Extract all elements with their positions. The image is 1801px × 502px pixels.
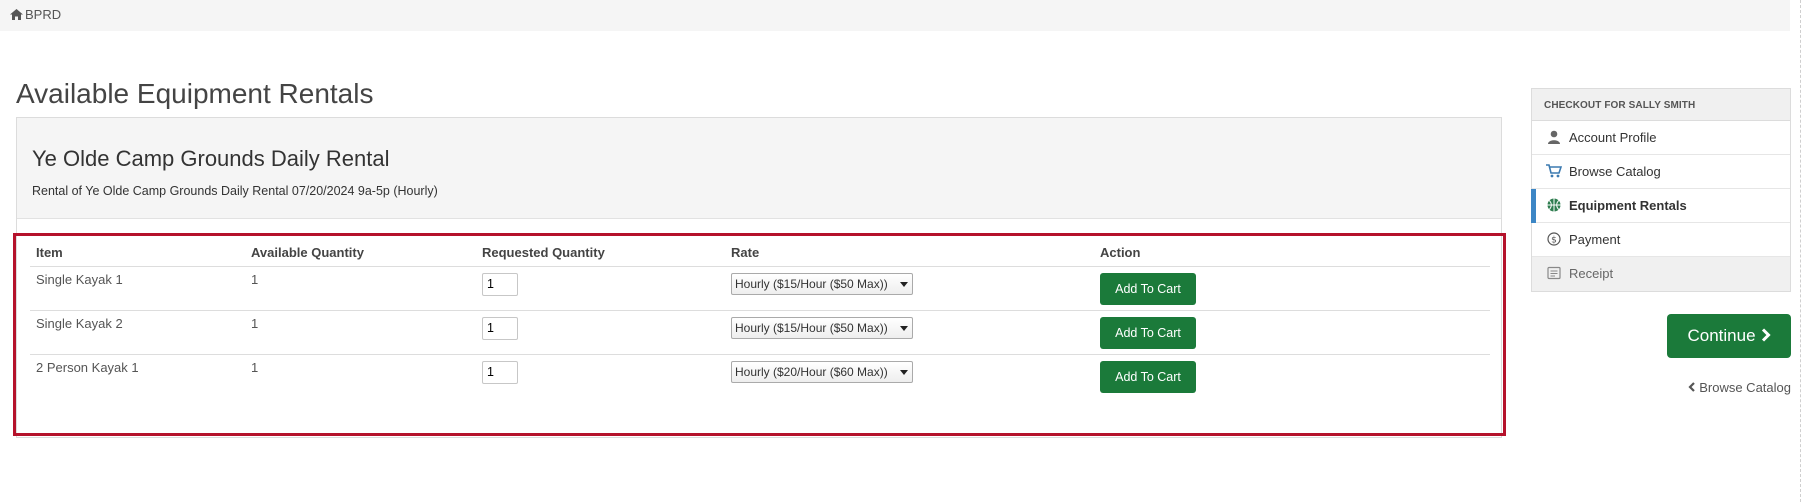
item-name: Single Kayak 1 [30,266,245,311]
requested-quantity-input[interactable] [482,360,518,384]
sidebar-item-label: Receipt [1569,266,1614,281]
chevron-left-icon [1688,382,1695,392]
table-row: Single Kayak 1 1 Hourly ($15/Hour ($50 M… [30,266,1490,311]
requested-quantity-input[interactable] [482,316,518,340]
chevron-down-icon [900,281,908,287]
basketball-icon [1547,198,1561,212]
add-to-cart-button[interactable]: Add To Cart [1100,316,1196,349]
rate-select[interactable]: Hourly ($15/Hour ($50 Max)) [731,272,913,295]
sidebar-item-payment[interactable]: $ Payment [1532,223,1790,257]
user-icon [1548,130,1560,144]
requested-quantity-cell [476,266,725,311]
rental-description: Rental of Ye Olde Camp Grounds Daily Ren… [32,184,438,198]
rate-cell: Hourly ($15/Hour ($50 Max)) [725,310,1094,355]
top-bar: BPRD [0,0,1790,31]
item-name: 2 Person Kayak 1 [36,359,139,375]
page-title: Available Equipment Rentals [16,78,374,109]
sidebar-item-label: Account Profile [1569,130,1657,145]
table-row: Single Kayak 2 1 Hourly ($15/Hour ($50 M… [30,310,1490,355]
available-quantity: 1 [245,266,476,311]
sidebar-item-equipment-rentals[interactable]: Equipment Rentals [1531,189,1790,223]
equipment-table: Item Available Quantity Requested Quanti… [30,239,1490,398]
checkout-header: CHECKOUT FOR SALLY SMITH [1532,89,1790,121]
sidebar-item-label: Payment [1569,232,1621,247]
requested-quantity-cell [476,354,725,398]
rate-selected-value: Hourly ($15/Hour ($50 Max)) [735,320,888,335]
rate-selected-value: Hourly ($20/Hour ($60 Max)) [735,364,888,379]
column-header-available: Available Quantity [245,239,476,267]
continue-button[interactable]: Continue [1667,314,1791,358]
home-link[interactable]: BPRD [25,7,61,22]
svg-text:$: $ [1551,235,1557,245]
requested-quantity-input[interactable] [482,272,518,296]
column-header-requested: Requested Quantity [476,239,725,267]
action-cell: Add To Cart [1094,266,1490,311]
rate-select[interactable]: Hourly ($20/Hour ($60 Max)) [731,360,913,383]
requested-quantity-cell [476,310,725,355]
sidebar-item-label: Browse Catalog [1569,164,1661,179]
browse-catalog-link[interactable]: Browse Catalog [1680,380,1791,395]
browse-catalog-label: Browse Catalog [1699,380,1791,395]
table-row: 2 Person Kayak 1 1 Hourly ($20/Hour ($60… [30,354,1490,398]
sidebar-item-label: Equipment Rentals [1569,198,1687,213]
column-header-rate: Rate [725,239,1094,267]
sidebar-item-receipt: Receipt [1532,257,1790,291]
home-icon [10,9,23,20]
cart-icon [1546,164,1562,178]
rate-cell: Hourly ($15/Hour ($50 Max)) [725,266,1094,311]
rate-selected-value: Hourly ($15/Hour ($50 Max)) [735,276,888,291]
column-header-item: Item [30,239,245,267]
action-cell: Add To Cart [1094,354,1490,398]
chevron-right-icon [1761,328,1771,342]
continue-label: Continue [1687,326,1756,345]
rental-panel-header: Ye Olde Camp Grounds Daily Rental Rental… [17,118,1501,219]
receipt-icon [1547,266,1561,280]
available-quantity: 1 [245,310,476,355]
item-name: Single Kayak 2 [30,310,245,355]
column-header-action: Action [1094,239,1490,267]
sidebar-item-account-profile[interactable]: Account Profile [1532,121,1790,155]
checkout-sidebar: CHECKOUT FOR SALLY SMITH Account Profile… [1531,88,1791,292]
breadcrumb[interactable]: BPRD [10,7,61,22]
add-to-cart-button[interactable]: Add To Cart [1100,360,1196,393]
add-to-cart-button[interactable]: Add To Cart [1100,272,1196,305]
table-header-row: Item Available Quantity Requested Quanti… [30,239,1490,267]
rate-cell: Hourly ($20/Hour ($60 Max)) [725,354,1094,398]
rental-name: Ye Olde Camp Grounds Daily Rental [32,146,390,171]
sidebar-item-browse-catalog[interactable]: Browse Catalog [1532,155,1790,189]
chevron-down-icon [900,369,908,375]
chevron-down-icon [900,325,908,331]
dollar-circle-icon: $ [1547,232,1561,246]
rate-select[interactable]: Hourly ($15/Hour ($50 Max)) [731,316,913,339]
action-cell: Add To Cart [1094,310,1490,355]
available-quantity: 1 [251,359,259,375]
